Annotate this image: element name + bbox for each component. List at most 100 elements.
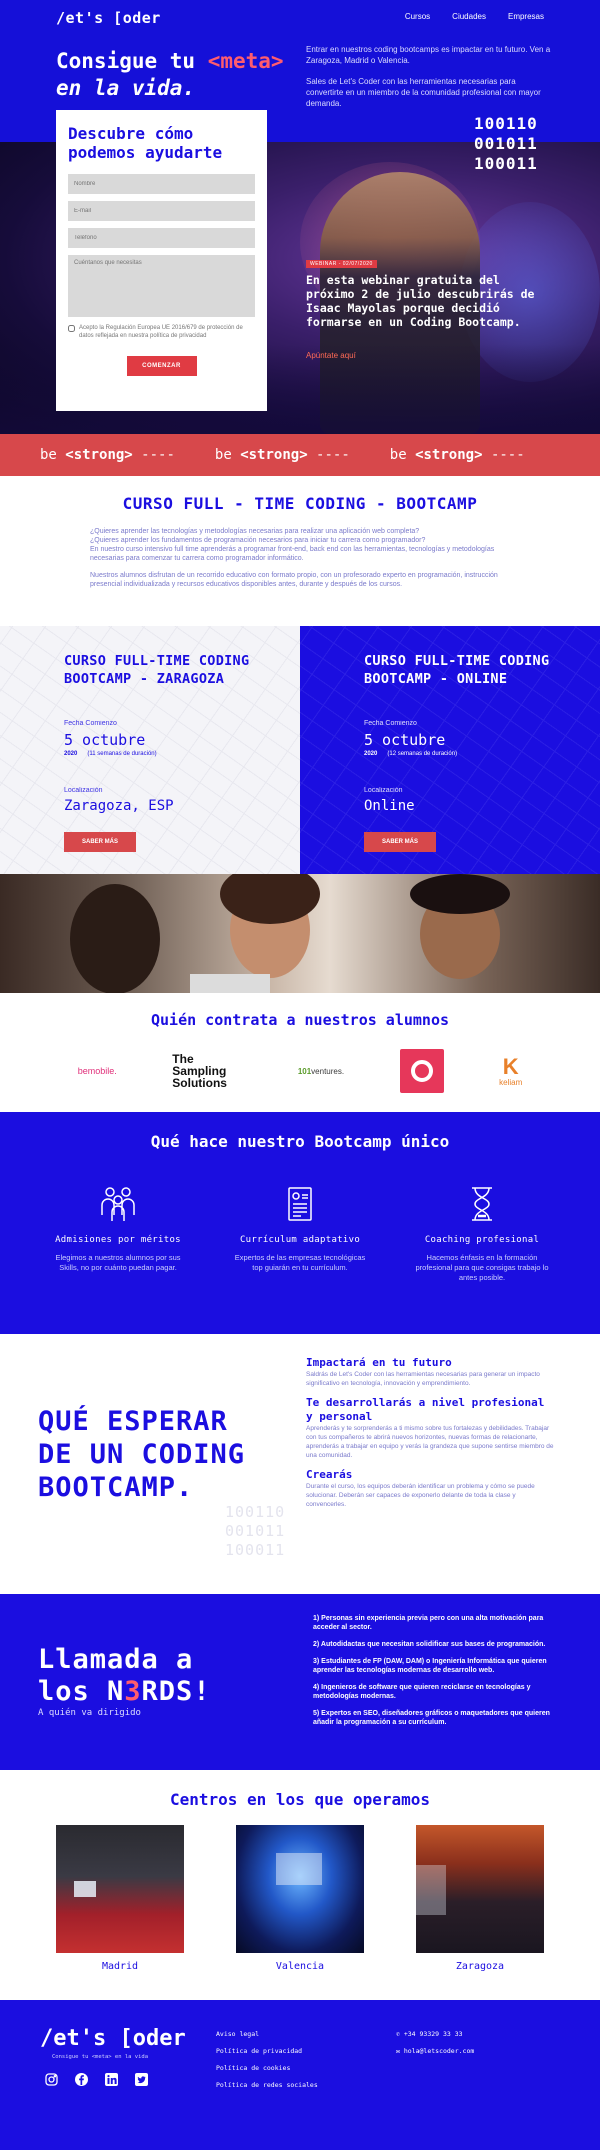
center-photo — [236, 1825, 364, 1953]
sampling-solutions-logo: The Sampling Solutions — [172, 1052, 227, 1090]
location-value: Zaragoza, ESP — [64, 798, 174, 814]
clients-section: Quién contrata a nuestros alumnos bemobi… — [0, 993, 600, 1112]
intro-paragraph: En nuestro curso intensivo full time apr… — [90, 546, 495, 562]
submit-button[interactable]: COMENZAR — [126, 356, 197, 376]
email-contact[interactable]: ✉ hola@letscoder.com — [396, 2047, 474, 2055]
footer-link-redes[interactable]: Política de redes sociales — [216, 2081, 318, 2089]
webinar-link[interactable]: Apúntate aquí — [306, 351, 546, 360]
nav-empresas[interactable]: Empresas — [508, 12, 544, 21]
nav-ciudades[interactable]: Ciudades — [452, 12, 486, 21]
form-title: Descubre cómo podemos ayudarte — [68, 124, 223, 162]
center-photo — [416, 1825, 544, 1953]
linkedin-icon[interactable] — [104, 2072, 118, 2086]
logo[interactable]: /et's [oder — [56, 9, 161, 27]
intro-paragraph: ¿Quieres aprender las tecnologías y meto… — [90, 528, 420, 535]
expect-item-desc: Aprenderás y te sorprenderás a ti mismo … — [306, 1425, 554, 1459]
footer-logo[interactable]: /et's [oder — [40, 2026, 186, 2051]
features-title: Qué hace nuestro Bootcamp único — [150, 1132, 450, 1151]
start-label: Fecha Comienzo — [64, 720, 117, 727]
instagram-icon[interactable] — [44, 2072, 58, 2086]
phone-contact[interactable]: ✆ +34 93329 33 33 — [396, 2030, 474, 2038]
center-name: Valencia — [275, 1961, 325, 1972]
hero-intro-1: Entrar en nuestros coding bootcamps es i… — [306, 45, 551, 65]
footer-tagline: Consigue tu <meta> en la vida — [52, 2054, 149, 2060]
marquee-item: be <strong> ---- — [389, 447, 525, 463]
clients-title: Quién contrata a nuestros alumnos — [150, 1011, 449, 1029]
hero-section: /et's [oder Cursos Ciudades Empresas Con… — [0, 0, 600, 434]
start-label: Fecha Comienzo — [364, 720, 417, 727]
101ventures-logo: 101ventures. — [297, 1066, 345, 1076]
webinar-tag: WEBINAR - 02/07/2020 — [306, 260, 377, 268]
consent-checkbox[interactable] — [68, 325, 75, 332]
keliam-logo: Kkeliam — [499, 1053, 523, 1087]
list-item: 1) Personas sin experiencia previa pero … — [313, 1615, 544, 1631]
centers-title: Centros en los que operamos — [169, 1790, 431, 1809]
students-photo — [0, 874, 600, 993]
feature-item: Coaching profesional Hacemos énfasis en … — [412, 1185, 552, 1283]
marquee-item: be <strong> ---- — [214, 447, 350, 463]
curriculum-document-icon — [288, 1187, 312, 1221]
feature-desc: Expertos de las empresas tecnológicas to… — [234, 1253, 366, 1272]
message-field[interactable] — [68, 255, 255, 317]
course-duration: 2020 (12 semanas de duración) — [364, 751, 458, 757]
phone-field[interactable] — [68, 228, 255, 248]
center-name: Madrid — [101, 1961, 139, 1972]
feature-title: Coaching profesional — [424, 1235, 540, 1245]
phone-icon: ✆ — [396, 2030, 400, 2038]
hero-title-pre: Consigue tu — [56, 49, 208, 73]
footer-link-aviso-legal[interactable]: Aviso legal — [216, 2030, 259, 2038]
consent: Acepto la Regulación Europea UE 2016/679… — [68, 324, 255, 340]
centers-row: Madrid Valencia Zaragoza — [0, 1825, 600, 1972]
course-card-online: CURSO FULL-TIME CODING BOOTCAMP - ONLINE… — [300, 626, 600, 874]
saber-mas-button[interactable]: SABER MÁS — [64, 832, 136, 852]
twitter-icon[interactable] — [134, 2072, 148, 2086]
binary-line: 100110 — [474, 114, 538, 133]
feature-desc: Elegimos a nuestros alumnos por sus Skil… — [55, 1253, 181, 1272]
ticketea-logo — [399, 1049, 444, 1093]
top-nav: /et's [oder Cursos Ciudades Empresas — [0, 0, 600, 36]
expect-item-title: Impactará en tu futuro — [306, 1356, 452, 1369]
audience-section: Llamada a los N3RDS! A quién va dirigido … — [0, 1594, 600, 1770]
email-field[interactable] — [68, 201, 255, 221]
feature-title: Admisiones por méritos — [55, 1235, 181, 1245]
mail-icon: ✉ — [396, 2047, 400, 2055]
courses-section: CURSO FULL-TIME CODING BOOTCAMP - ZARAGO… — [0, 626, 600, 874]
binary-line: 001011 — [474, 134, 538, 153]
expect-title: QUÉ ESPERAR DE UN CODING BOOTCAMP. — [38, 1406, 246, 1503]
binary-decoration: 100110 001011 100011 — [225, 1503, 286, 1559]
nav-cursos[interactable]: Cursos — [405, 12, 430, 21]
list-item: 3) Estudiantes de FP (DAW, DAM) o Ingeni… — [313, 1658, 547, 1674]
hero-title-meta: <meta> — [207, 49, 284, 73]
center-card-valencia[interactable]: Valencia — [236, 1825, 364, 1972]
footer: /et's [oder Consigue tu <meta> en la vid… — [0, 2000, 600, 2150]
webinar-promo: WEBINAR - 02/07/2020 En esta webinar gra… — [306, 252, 546, 360]
intro-title: CURSO FULL - TIME CODING - BOOTCAMP — [122, 494, 478, 513]
start-date: 5 octubre — [64, 731, 146, 749]
location-label: Localización — [364, 787, 403, 794]
footer-link-privacidad[interactable]: Política de privacidad — [216, 2047, 302, 2055]
footer-contact: ✆ +34 93329 33 33 ✉ hola@letscoder.com — [396, 2030, 474, 2064]
features-section: Qué hace nuestro Bootcamp único Admision… — [0, 1112, 600, 1334]
feature-title: Currículum adaptativo — [239, 1235, 361, 1245]
course-intro: CURSO FULL - TIME CODING - BOOTCAMP ¿Qui… — [0, 476, 600, 626]
center-card-zaragoza[interactable]: Zaragoza — [416, 1825, 544, 1972]
hero-title-post: en la vida. — [56, 76, 196, 100]
name-field[interactable] — [68, 174, 255, 194]
course-card-zaragoza: CURSO FULL-TIME CODING BOOTCAMP - ZARAGO… — [0, 626, 300, 874]
social-links — [44, 2072, 148, 2086]
footer-links: Aviso legal Política de privacidad Polít… — [216, 2030, 318, 2098]
footer-link-cookies[interactable]: Política de cookies — [216, 2064, 290, 2072]
hourglass-icon — [472, 1187, 492, 1221]
audience-list: 1) Personas sin experiencia previa pero … — [313, 1614, 553, 1735]
marquee-band: be <strong> ---- be <strong> ---- be <st… — [0, 434, 600, 476]
intro-paragraph: Nuestros alumnos disfrutan de un recorri… — [90, 572, 498, 588]
center-card-madrid[interactable]: Madrid — [56, 1825, 184, 1972]
location-label: Localización — [64, 787, 103, 794]
hero-title: Consigue tu <meta> en la vida. — [56, 48, 284, 102]
people-icon — [101, 1187, 135, 1221]
binary-decoration: 100110 001011 100011 — [474, 114, 538, 174]
expect-list: Impactará en tu futuro Saldrás de Let's … — [306, 1356, 554, 1517]
facebook-icon[interactable] — [74, 2072, 88, 2086]
list-item: 5) Expertos en SEO, diseñadores gráficos… — [313, 1710, 550, 1726]
saber-mas-button[interactable]: SABER MÁS — [364, 832, 436, 852]
